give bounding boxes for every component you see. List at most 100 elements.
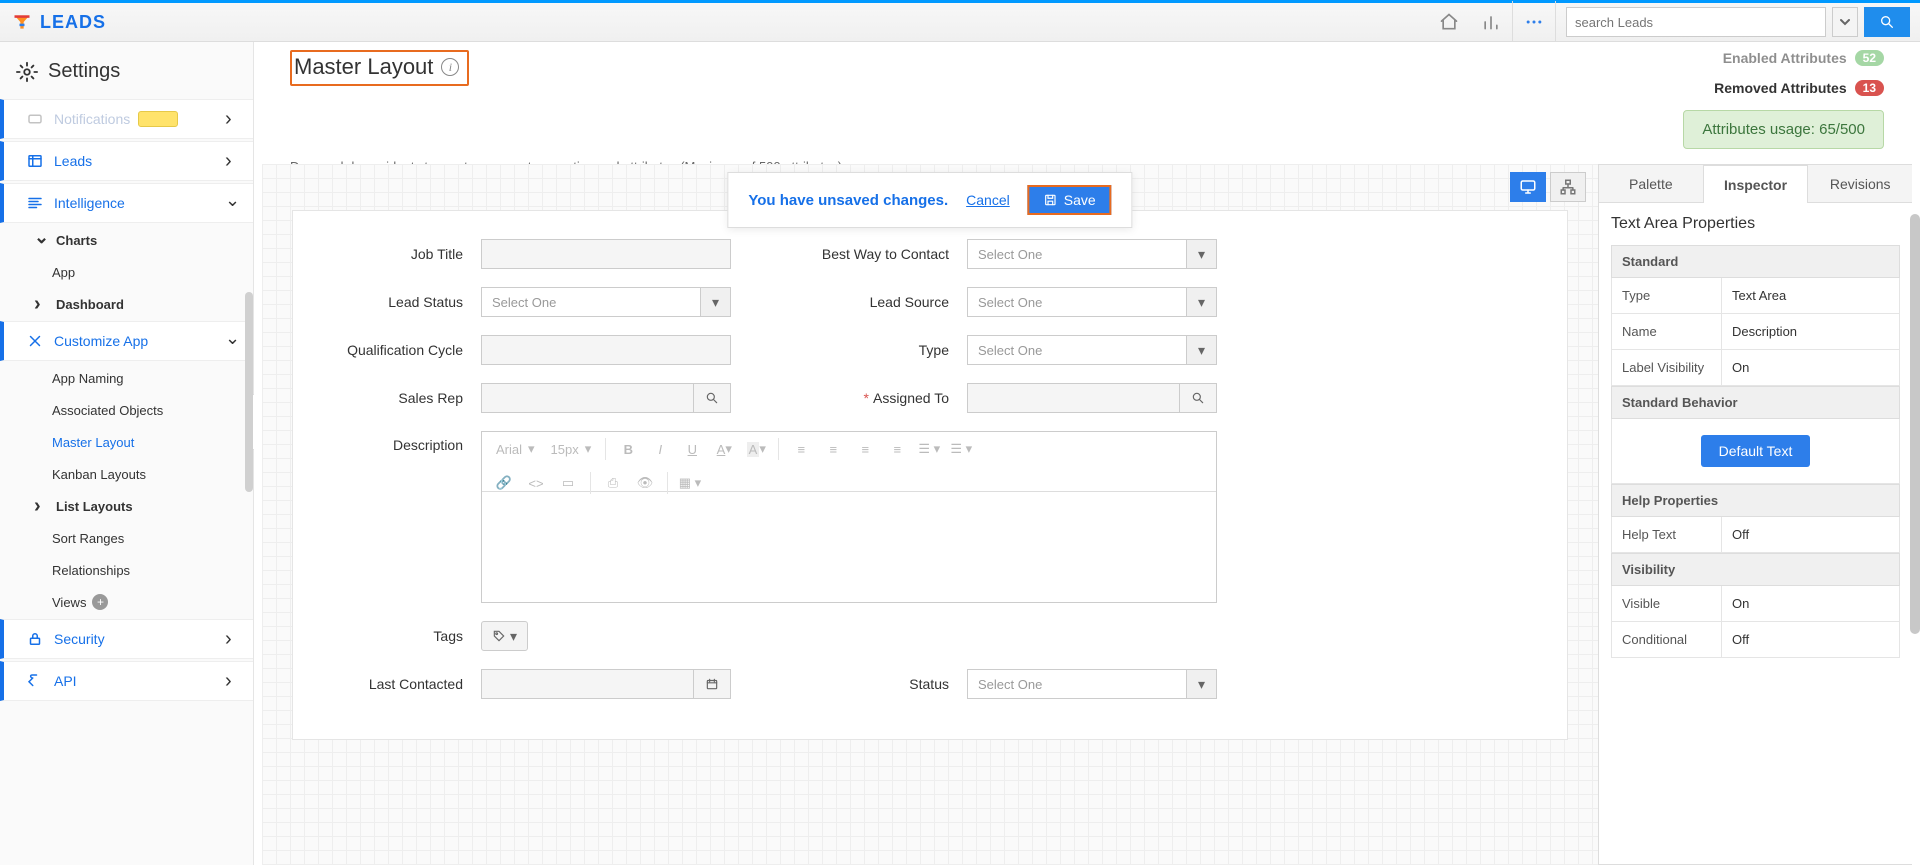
align-right-icon[interactable]: ≡: [851, 436, 879, 462]
usage-box: Attributes usage: 65/500: [1683, 110, 1884, 149]
save-button[interactable]: Save: [1028, 185, 1112, 215]
input-job-title[interactable]: [481, 239, 731, 269]
sidebar-item-sortranges[interactable]: Sort Ranges: [0, 523, 253, 553]
search-icon[interactable]: [693, 383, 731, 413]
select-lead-source[interactable]: Select One ▾: [967, 287, 1217, 317]
info-icon[interactable]: i: [441, 58, 459, 76]
save-icon: [1044, 193, 1058, 207]
align-justify-icon[interactable]: ≡: [883, 436, 911, 462]
default-text-row: Default Text: [1611, 419, 1900, 484]
search-button[interactable]: [1864, 7, 1910, 37]
chevron-down-icon: ▾: [700, 288, 730, 316]
content-scrollbar[interactable]: [1910, 202, 1920, 865]
prop-row: VisibleOn: [1611, 586, 1900, 622]
sidebar-item-views[interactable]: Views +: [0, 587, 253, 617]
input-qual-cycle[interactable]: [481, 335, 731, 365]
input-last-contacted[interactable]: [481, 669, 731, 699]
prop-row: Label VisibilityOn: [1611, 350, 1900, 386]
section-standard: Standard: [1611, 245, 1900, 278]
search-dropdown[interactable]: [1832, 7, 1858, 37]
section-visibility: Visibility: [1611, 553, 1900, 586]
sidebar-item-customize[interactable]: Customize App: [0, 321, 253, 361]
top-bar: LEADS: [0, 0, 1920, 42]
tab-inspector[interactable]: Inspector: [1703, 165, 1808, 203]
select-lead-status[interactable]: Select One ▾: [481, 287, 731, 317]
funnel-icon: [12, 12, 32, 32]
select-best-way[interactable]: Select One ▾: [967, 239, 1217, 269]
sidebar-item-masterlayout[interactable]: Master Layout: [0, 427, 253, 457]
rte-size[interactable]: 15px ▾: [545, 437, 598, 461]
label-status: Status: [749, 676, 949, 692]
list-ol-icon[interactable]: ☰ ▾: [947, 436, 975, 462]
label-type: Type: [749, 342, 949, 358]
brand: LEADS: [0, 12, 118, 33]
default-text-button[interactable]: Default Text: [1701, 435, 1811, 467]
select-status[interactable]: Select One ▾: [967, 669, 1217, 699]
bold-icon[interactable]: B: [614, 436, 642, 462]
sidebar-item-dashboard[interactable]: Dashboard: [0, 289, 253, 319]
calendar-icon[interactable]: [693, 669, 731, 699]
table-icon[interactable]: ▦ ▾: [676, 470, 704, 496]
align-left-icon[interactable]: ≡: [787, 436, 815, 462]
image-icon[interactable]: ▭: [554, 470, 582, 496]
label-tags: Tags: [323, 628, 463, 644]
tab-palette[interactable]: Palette: [1599, 165, 1703, 203]
rte-font[interactable]: Arial ▾: [490, 437, 541, 461]
home-icon[interactable]: [1428, 1, 1470, 43]
plus-icon[interactable]: +: [92, 594, 108, 610]
sidebar-item-leads[interactable]: Leads: [0, 141, 253, 181]
rte-description[interactable]: Arial ▾ 15px ▾ B I U A ▾ A ▾ ≡ ≡: [481, 431, 1217, 603]
preview-icon[interactable]: 👁: [631, 470, 659, 496]
desktop-view-button[interactable]: [1510, 172, 1546, 202]
tag-selector[interactable]: ▾: [481, 621, 528, 651]
sidebar-item-notifications[interactable]: Notifications: [0, 99, 253, 139]
list-ul-icon[interactable]: ☰ ▾: [915, 436, 943, 462]
chevron-down-icon: ▾: [1186, 336, 1216, 364]
search-icon[interactable]: [1179, 383, 1217, 413]
search-area: [1556, 7, 1920, 37]
prop-row: ConditionalOff: [1611, 622, 1900, 658]
sidebar-item-kanban[interactable]: Kanban Layouts: [0, 459, 253, 489]
cancel-link[interactable]: Cancel: [966, 192, 1010, 208]
link-icon[interactable]: 🔗: [490, 470, 518, 496]
sidebar-item-listlayouts[interactable]: List Layouts: [0, 491, 253, 521]
italic-icon[interactable]: I: [646, 436, 674, 462]
sidebar-item-security[interactable]: Security: [0, 619, 253, 659]
removed-badge: 13: [1855, 80, 1884, 96]
input-assigned-to[interactable]: [967, 383, 1217, 413]
design-canvas[interactable]: You have unsaved changes. Cancel Save Jo…: [262, 164, 1598, 865]
select-type[interactable]: Select One ▾: [967, 335, 1217, 365]
input-sales-rep[interactable]: [481, 383, 731, 413]
label-last-contacted: Last Contacted: [323, 676, 463, 692]
sidebar-item-app[interactable]: App: [0, 257, 253, 287]
align-center-icon[interactable]: ≡: [819, 436, 847, 462]
sidebar-item-associated[interactable]: Associated Objects: [0, 395, 253, 425]
label-description: Description: [323, 431, 463, 453]
rte-body[interactable]: [482, 492, 1216, 602]
underline-icon[interactable]: U: [678, 436, 706, 462]
sidebar-item-appnaming[interactable]: App Naming: [0, 363, 253, 393]
sidebar-item-charts[interactable]: Charts: [0, 225, 253, 255]
print-icon[interactable]: ⎙: [599, 470, 627, 496]
sidebar-scrollbar[interactable]: [245, 292, 253, 492]
tab-revisions[interactable]: Revisions: [1807, 165, 1912, 203]
sidebar-item-intelligence[interactable]: Intelligence: [0, 183, 253, 223]
search-input[interactable]: [1566, 7, 1826, 37]
sidebar-item-relationships[interactable]: Relationships: [0, 555, 253, 585]
prop-row: TypeText Area: [1611, 278, 1900, 314]
schema-view-button[interactable]: [1550, 172, 1586, 202]
more-icon[interactable]: [1513, 1, 1555, 43]
gear-icon: [16, 61, 38, 83]
sidebar-item-api[interactable]: API: [0, 661, 253, 701]
prop-row: Help TextOff: [1611, 517, 1900, 553]
chevron-down-icon: ▾: [1186, 670, 1216, 698]
label-job-title: Job Title: [323, 246, 463, 262]
section-help: Help Properties: [1611, 484, 1900, 517]
form-section: Job Title Best Way to Contact Select One…: [292, 210, 1568, 740]
bgcolor-icon[interactable]: A ▾: [742, 436, 770, 462]
textcolor-icon[interactable]: A ▾: [710, 436, 738, 462]
analytics-icon[interactable]: [1470, 1, 1512, 43]
chevron-down-icon: ▾: [1186, 288, 1216, 316]
code-icon[interactable]: <>: [522, 470, 550, 496]
prop-row: NameDescription: [1611, 314, 1900, 350]
